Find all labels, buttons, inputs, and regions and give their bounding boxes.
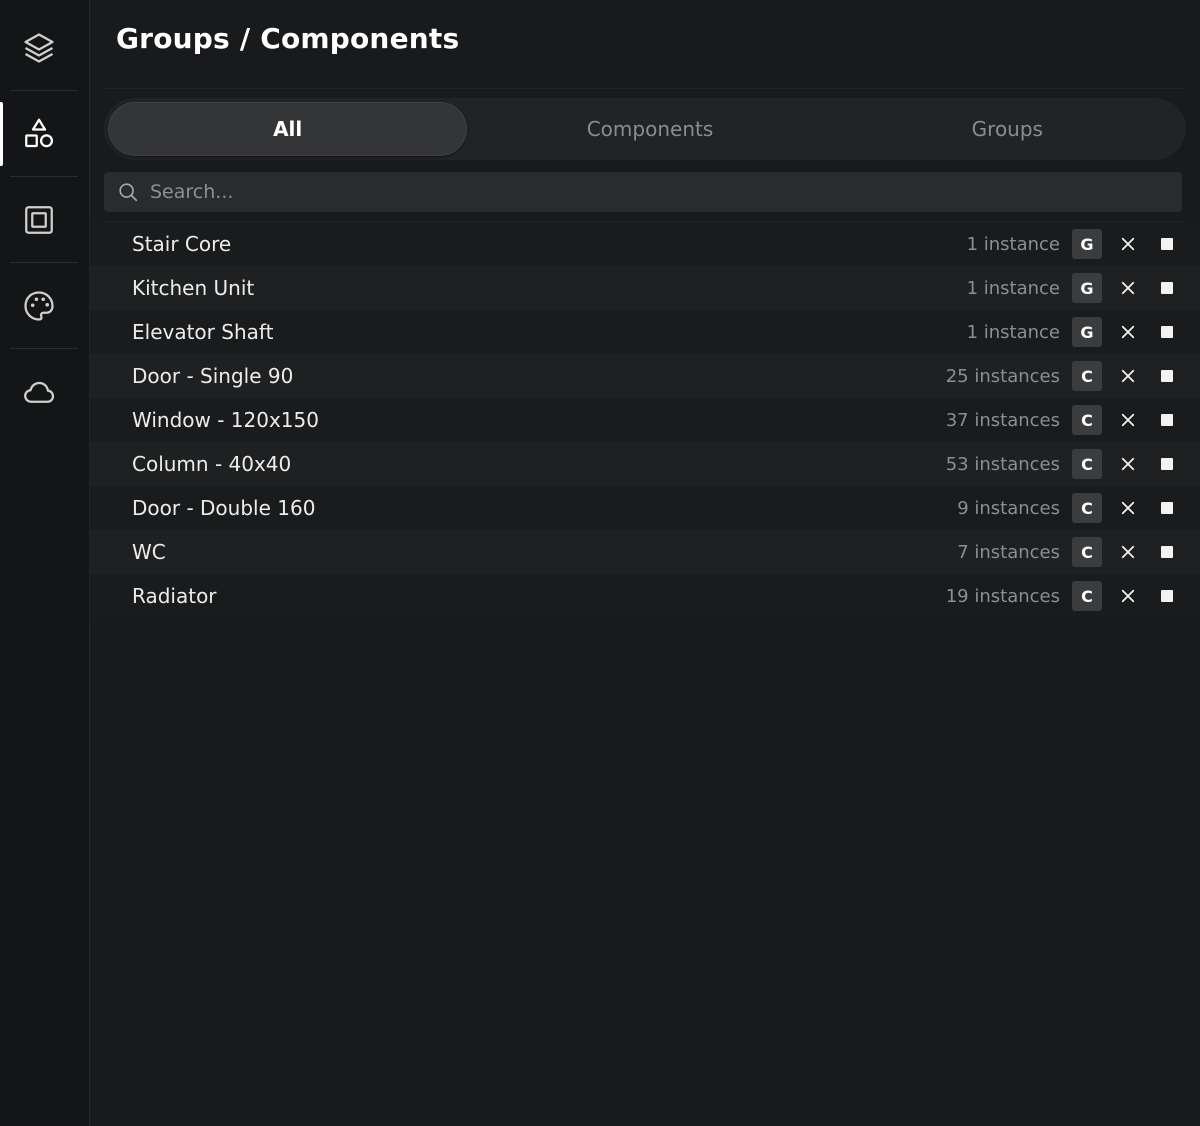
select-square-icon[interactable] xyxy=(1161,326,1173,338)
sidebar xyxy=(0,0,90,1126)
item-name: Window - 120x150 xyxy=(132,408,319,432)
instance-count: 37 instances xyxy=(945,409,1060,431)
type-badge: G xyxy=(1072,273,1102,303)
sidebar-divider xyxy=(10,90,78,91)
item-name: Door - Double 160 xyxy=(132,496,316,520)
sidebar-divider xyxy=(10,176,78,177)
instance-count: 9 instances xyxy=(957,497,1060,519)
type-badge: C xyxy=(1072,449,1102,479)
sidebar-divider xyxy=(10,262,78,263)
select-square-icon[interactable] xyxy=(1161,546,1173,558)
list-item[interactable]: WC 7 instances C xyxy=(90,530,1200,574)
sidebar-item-shapes[interactable] xyxy=(0,98,78,170)
list-item[interactable]: Stair Core 1 instance G xyxy=(90,222,1200,266)
select-square-icon[interactable] xyxy=(1161,590,1173,602)
list-item[interactable]: Radiator 19 instances C xyxy=(90,574,1200,618)
instance-count: 53 instances xyxy=(945,453,1060,475)
close-icon xyxy=(1121,457,1135,471)
select-square-icon[interactable] xyxy=(1161,282,1173,294)
palette-icon xyxy=(24,291,54,321)
type-badge: G xyxy=(1072,317,1102,347)
instance-count: 25 instances xyxy=(945,365,1060,387)
shapes-icon xyxy=(25,118,54,148)
item-name: Kitchen Unit xyxy=(132,276,255,300)
search-input[interactable] xyxy=(148,180,1182,204)
instance-count: 1 instance xyxy=(966,321,1060,343)
type-badge: C xyxy=(1072,405,1102,435)
main-panel: Groups / Components All Components Group… xyxy=(90,0,1200,1126)
item-name: Column - 40x40 xyxy=(132,452,292,476)
delete-button[interactable] xyxy=(1116,276,1140,300)
close-icon xyxy=(1121,501,1135,515)
list-item[interactable]: Elevator Shaft 1 instance G xyxy=(90,310,1200,354)
close-icon xyxy=(1121,413,1135,427)
delete-button[interactable] xyxy=(1116,584,1140,608)
delete-button[interactable] xyxy=(1116,540,1140,564)
close-icon xyxy=(1121,589,1135,603)
item-name: Elevator Shaft xyxy=(132,320,274,344)
close-icon xyxy=(1121,281,1135,295)
tab-components[interactable]: Components xyxy=(471,98,828,160)
sidebar-item-layers[interactable] xyxy=(0,12,78,84)
select-square-icon[interactable] xyxy=(1161,238,1173,250)
item-name: Stair Core xyxy=(132,232,232,256)
tab-groups[interactable]: Groups xyxy=(829,98,1186,160)
type-badge: C xyxy=(1072,361,1102,391)
type-badge: G xyxy=(1072,229,1102,259)
delete-button[interactable] xyxy=(1116,364,1140,388)
search-bar xyxy=(104,172,1182,212)
list-item[interactable]: Door - Double 160 9 instances C xyxy=(90,486,1200,530)
instance-count: 1 instance xyxy=(966,233,1060,255)
type-badge: C xyxy=(1072,493,1102,523)
select-square-icon[interactable] xyxy=(1161,458,1173,470)
delete-button[interactable] xyxy=(1116,232,1140,256)
close-icon xyxy=(1121,237,1135,251)
sidebar-divider xyxy=(10,348,78,349)
delete-button[interactable] xyxy=(1116,452,1140,476)
list-item[interactable]: Kitchen Unit 1 instance G xyxy=(90,266,1200,310)
list-item[interactable]: Column - 40x40 53 instances C xyxy=(90,442,1200,486)
list-item[interactable]: Door - Single 90 25 instances C xyxy=(90,354,1200,398)
filter-tabs: All Components Groups xyxy=(104,98,1186,160)
cloud-icon xyxy=(24,381,55,403)
tab-all[interactable]: All xyxy=(108,102,468,156)
close-icon xyxy=(1121,369,1135,383)
type-badge: C xyxy=(1072,537,1102,567)
components-list: Stair Core 1 instance G Kitchen Unit 1 i… xyxy=(90,222,1200,618)
instance-count: 19 instances xyxy=(945,585,1060,607)
instance-count: 7 instances xyxy=(957,541,1060,563)
item-name: Door - Single 90 xyxy=(132,364,294,388)
sidebar-item-frames[interactable] xyxy=(0,184,78,256)
close-icon xyxy=(1121,545,1135,559)
search-icon xyxy=(119,183,138,202)
delete-button[interactable] xyxy=(1116,496,1140,520)
layers-icon xyxy=(24,33,54,63)
delete-button[interactable] xyxy=(1116,408,1140,432)
delete-button[interactable] xyxy=(1116,320,1140,344)
app-window: Groups / Components All Components Group… xyxy=(0,0,1200,1126)
list-item[interactable]: Window - 120x150 37 instances C xyxy=(90,398,1200,442)
item-name: WC xyxy=(132,540,166,564)
title-divider xyxy=(104,88,1184,89)
sidebar-item-palette[interactable] xyxy=(0,270,78,342)
item-name: Radiator xyxy=(132,584,217,608)
type-badge: C xyxy=(1072,581,1102,611)
select-square-icon[interactable] xyxy=(1161,414,1173,426)
select-square-icon[interactable] xyxy=(1161,370,1173,382)
frame-icon xyxy=(25,206,53,234)
sidebar-item-cloud[interactable] xyxy=(0,356,78,428)
page-title: Groups / Components xyxy=(116,22,460,55)
close-icon xyxy=(1121,325,1135,339)
instance-count: 1 instance xyxy=(966,277,1060,299)
select-square-icon[interactable] xyxy=(1161,502,1173,514)
